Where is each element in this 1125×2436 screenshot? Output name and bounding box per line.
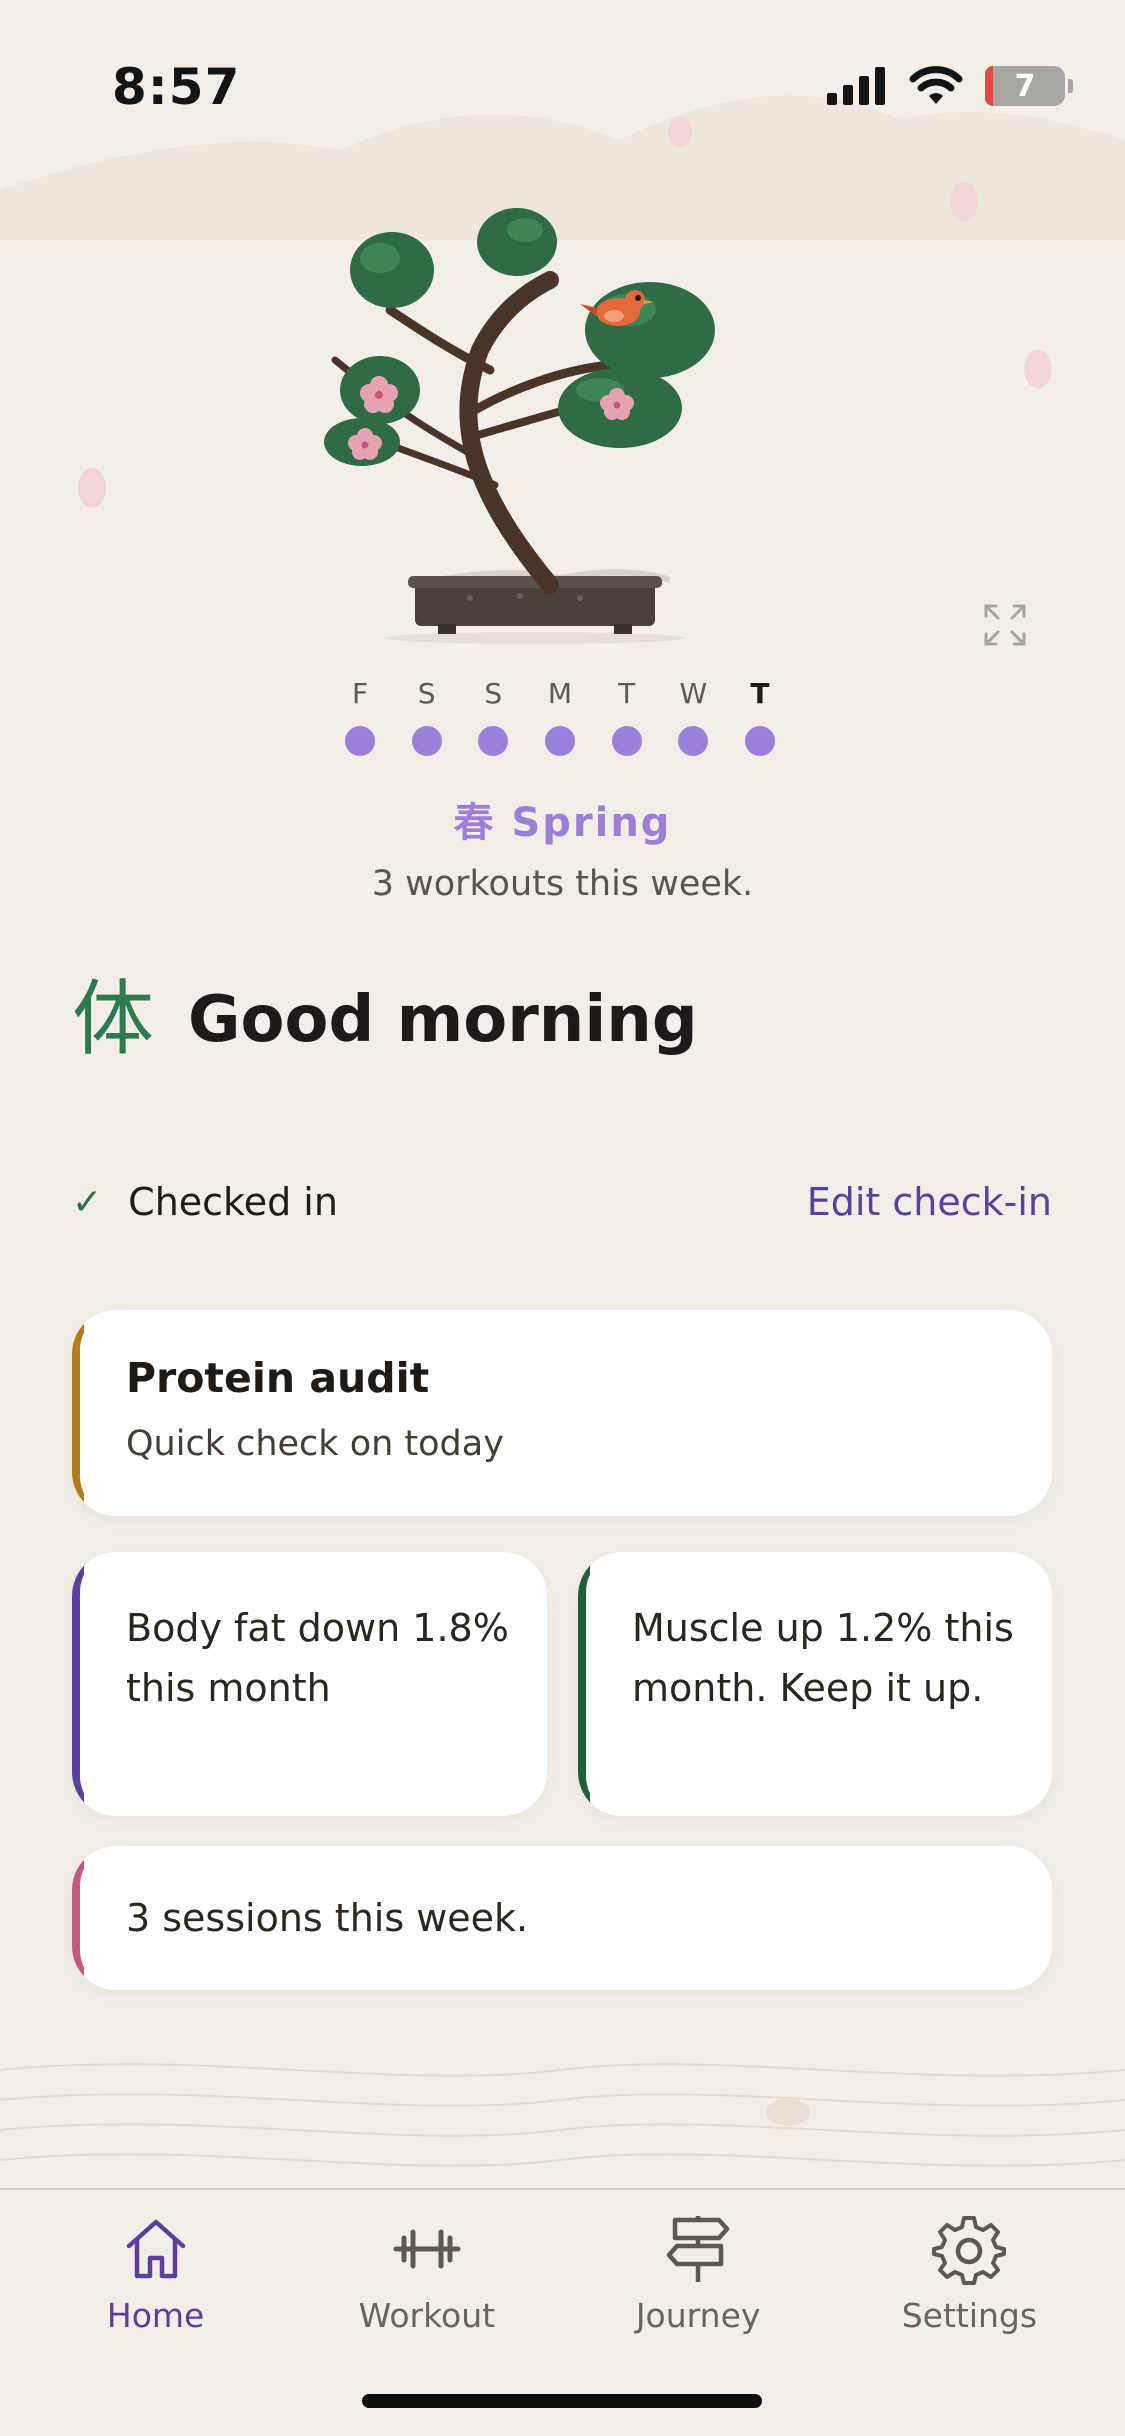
sessions-card[interactable]: 3 sessions this week.: [72, 1846, 1052, 1990]
card-text: Muscle up 1.2% this month. Keep it up.: [632, 1606, 1014, 1710]
status-time: 8:57: [112, 58, 241, 116]
tab-home[interactable]: Home: [56, 2212, 256, 2335]
battery-icon: 7: [985, 66, 1073, 106]
home-indicator[interactable]: [362, 2394, 762, 2408]
greeting-title: Good morning: [188, 983, 698, 1057]
waves-decoration: [0, 2063, 1125, 2167]
checkin-status-text: Checked in: [128, 1180, 338, 1224]
card-text: Body fat down 1.8% this month: [126, 1606, 509, 1710]
week-day: W: [673, 676, 713, 756]
day-letter: S: [484, 677, 503, 710]
check-icon: ✓: [72, 1181, 103, 1223]
day-letter: F: [351, 677, 369, 710]
battery-level: 7: [1014, 68, 1036, 104]
week-day: F: [340, 676, 380, 756]
gear-icon: [932, 2216, 1007, 2285]
day-status-dot: [411, 726, 442, 756]
card-accent-bar: [72, 1846, 120, 1990]
day-status-dot: [345, 726, 375, 756]
day-letter: S: [417, 677, 436, 710]
card-accent-bar: [578, 1552, 626, 1816]
muscle-card[interactable]: Muscle up 1.2% this month. Keep it up.: [578, 1552, 1052, 1816]
week-day: T: [607, 676, 647, 756]
wifi-icon: [909, 66, 963, 104]
day-letter: T: [618, 677, 636, 710]
day-status-dot: [611, 726, 642, 756]
tab-label: Workout: [358, 2296, 496, 2335]
card-text: 3 sessions this week.: [126, 1896, 529, 1940]
card-subtitle: Quick check on today: [126, 1424, 504, 1464]
day-letter: M: [547, 677, 573, 710]
protein-audit-card[interactable]: Protein audit Quick check on today: [72, 1310, 1052, 1516]
petal-decoration: [1024, 350, 1052, 388]
checkin-row: ✓ Checked in Edit check-in: [72, 1180, 1052, 1224]
day-status-dot: [744, 726, 775, 756]
day-letter: T: [750, 677, 770, 710]
season-label: 春 Spring: [453, 800, 672, 846]
day-status-dot: [678, 726, 709, 756]
tab-label: Journey: [635, 2296, 761, 2335]
week-day: T: [740, 676, 780, 756]
kanji-logo: 体: [72, 972, 155, 1067]
card-accent-bar: [72, 1310, 120, 1516]
tab-journey[interactable]: Journey: [598, 2212, 798, 2335]
checkin-status: ✓ Checked in: [72, 1180, 338, 1224]
signpost-icon: [666, 2216, 730, 2282]
expand-icon[interactable]: [982, 602, 1028, 648]
card-title: Protein audit: [126, 1354, 430, 1402]
week-day: S: [473, 676, 513, 756]
tab-workout[interactable]: Workout: [327, 2212, 527, 2335]
tab-settings[interactable]: Settings: [869, 2212, 1069, 2335]
status-icons: 7: [827, 66, 1073, 106]
week-day: M: [540, 676, 580, 756]
home-icon: [126, 2219, 185, 2279]
week-tracker: FSSMTWT: [340, 676, 780, 756]
tab-label: Settings: [901, 2296, 1038, 2335]
bonsai-tree-illustration: [324, 208, 715, 644]
week-day: S: [407, 676, 447, 756]
day-status-dot: [544, 726, 575, 756]
dumbbell-icon: [393, 2229, 461, 2269]
edit-checkin-link[interactable]: Edit check-in: [807, 1180, 1052, 1224]
signal-icon: [827, 67, 885, 105]
workouts-summary: 3 workouts this week.: [371, 864, 754, 904]
day-letter: W: [679, 677, 708, 710]
card-accent-bar: [72, 1552, 120, 1816]
day-status-dot: [478, 726, 509, 756]
body-fat-card[interactable]: Body fat down 1.8% this month: [72, 1552, 547, 1816]
petal-decoration: [78, 468, 106, 508]
tab-label: Home: [106, 2296, 205, 2335]
